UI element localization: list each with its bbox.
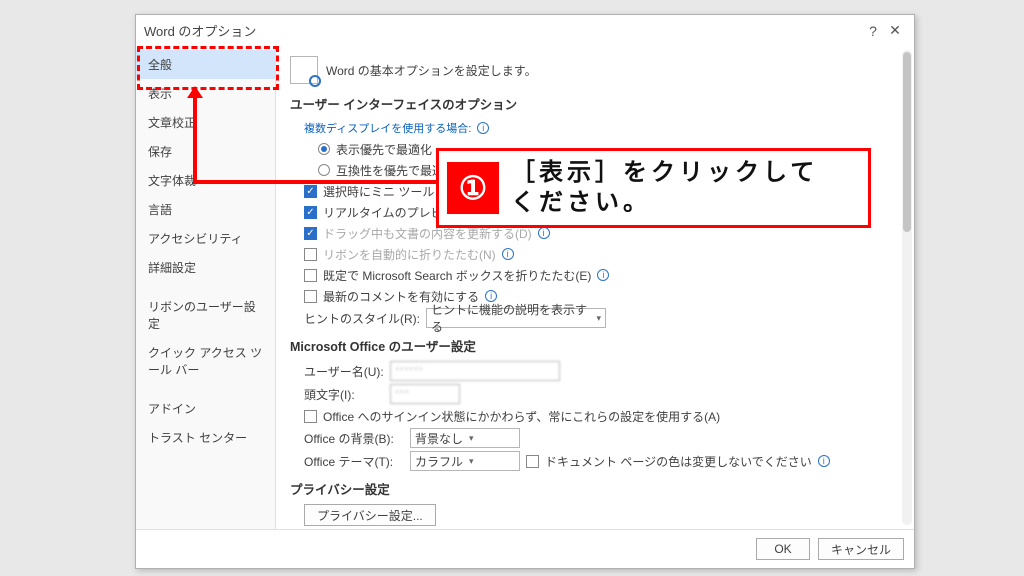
username-label: ユーザー名(U): — [304, 363, 384, 380]
initials-label: 頭文字(I): — [304, 386, 384, 403]
checkbox-collapse-search[interactable] — [304, 269, 317, 282]
dialog-titlebar: Word のオプション ? ✕ — [136, 15, 914, 46]
sidebar-item-trust-center[interactable]: トラスト センター — [136, 423, 275, 452]
document-options-icon — [290, 56, 318, 84]
checkbox-keep-docpage-color[interactable] — [526, 455, 539, 468]
help-button[interactable]: ? — [862, 23, 884, 39]
info-icon[interactable]: i — [597, 269, 609, 281]
checkbox-live-preview[interactable]: ✓ — [304, 206, 317, 219]
cancel-button[interactable]: キャンセル — [818, 538, 904, 560]
annotation-arrow-head — [187, 86, 203, 98]
sidebar-item-customize-ribbon[interactable]: リボンのユーザー設定 — [136, 292, 275, 338]
word-options-dialog: Word のオプション ? ✕ 全般 表示 文章校正 保存 文字体裁 言語 アク… — [135, 14, 915, 569]
dialog-title: Word のオプション — [144, 21, 256, 40]
sidebar-item-language[interactable]: 言語 — [136, 195, 275, 224]
sidebar-item-quick-access[interactable]: クイック アクセス ツール バー — [136, 338, 275, 384]
annotation-text: ［表示］をクリックして ください。 — [499, 158, 818, 218]
radio-compat-optimize[interactable] — [318, 164, 330, 176]
info-icon[interactable]: i — [477, 122, 489, 134]
vertical-scrollbar[interactable] — [902, 50, 912, 525]
info-icon[interactable]: i — [818, 455, 830, 467]
options-sidebar: 全般 表示 文章校正 保存 文字体裁 言語 アクセシビリティ 詳細設定 リボンの… — [136, 46, 276, 529]
checkbox-collapse-ribbon[interactable] — [304, 248, 317, 261]
options-main-panel: Word の基本オプションを設定します。 ユーザー インターフェイスのオプション… — [276, 46, 914, 529]
dialog-footer: OK キャンセル — [136, 529, 914, 568]
chevron-down-icon: ▾ — [469, 456, 474, 467]
sidebar-item-save[interactable]: 保存 — [136, 137, 275, 166]
sidebar-item-display[interactable]: 表示 — [136, 79, 275, 108]
sidebar-item-advanced[interactable]: 詳細設定 — [136, 253, 275, 282]
sidebar-item-general[interactable]: 全般 — [136, 50, 275, 79]
office-theme-label: Office テーマ(T): — [304, 453, 404, 470]
ok-button[interactable]: OK — [756, 538, 810, 560]
office-background-label: Office の背景(B): — [304, 430, 404, 447]
sidebar-item-proofing[interactable]: 文章校正 — [136, 108, 275, 137]
initials-input[interactable]: *** — [390, 384, 460, 404]
office-theme-select[interactable]: カラフル▾ — [410, 451, 520, 471]
sidebar-item-accessibility[interactable]: アクセシビリティ — [136, 224, 275, 253]
close-button[interactable]: ✕ — [884, 22, 906, 39]
checkbox-always-use-settings[interactable] — [304, 410, 317, 423]
radio-display-optimize[interactable] — [318, 143, 330, 155]
hint-style-select[interactable]: ヒントに機能の説明を表示する▾ — [426, 308, 606, 328]
checkbox-enable-comments[interactable] — [304, 290, 317, 303]
checkbox-drag-update[interactable]: ✓ — [304, 227, 317, 240]
scroll-thumb[interactable] — [903, 52, 911, 232]
section-ui-title: ユーザー インターフェイスのオプション — [290, 94, 900, 113]
info-icon[interactable]: i — [538, 227, 550, 239]
sidebar-item-addins[interactable]: アドイン — [136, 394, 275, 423]
annotation-arrow-vertical — [193, 92, 197, 182]
annotation-callout: ① ［表示］をクリックして ください。 — [436, 148, 871, 228]
multidisplay-label: 複数ディスプレイを使用する場合: — [304, 120, 471, 136]
chevron-down-icon: ▾ — [596, 313, 601, 324]
hint-style-label: ヒントのスタイル(R): — [304, 310, 420, 327]
privacy-settings-button[interactable]: プライバシー設定... — [304, 504, 436, 526]
checkbox-mini-toolbar[interactable]: ✓ — [304, 185, 317, 198]
annotation-badge: ① — [447, 162, 499, 214]
intro-text: Word の基本オプションを設定します。 — [326, 62, 537, 79]
info-icon[interactable]: i — [502, 248, 514, 260]
office-background-select[interactable]: 背景なし▾ — [410, 428, 520, 448]
annotation-arrow-horizontal — [193, 180, 443, 184]
username-input[interactable]: ****** — [390, 361, 560, 381]
chevron-down-icon: ▾ — [469, 433, 474, 444]
section-privacy-title: プライバシー設定 — [290, 479, 900, 498]
section-user-title: Microsoft Office のユーザー設定 — [290, 336, 900, 355]
